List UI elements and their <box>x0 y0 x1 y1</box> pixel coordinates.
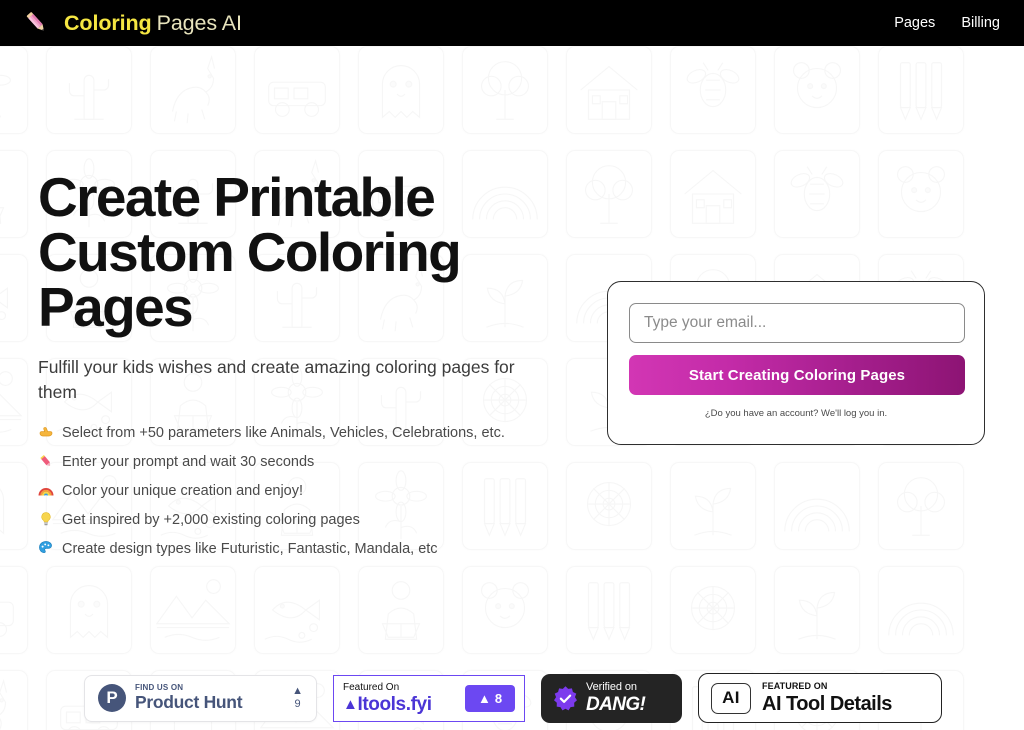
list-item-label: Create design types like Futuristic, Fan… <box>62 541 438 558</box>
coloring-page-thumbnail <box>0 566 28 654</box>
coloring-page-thumbnail <box>462 46 548 134</box>
coloring-page-thumbnail <box>566 566 652 654</box>
signup-card: Start Creating Coloring Pages ¿Do you ha… <box>607 281 985 445</box>
lightbulb-icon <box>38 511 55 527</box>
list-item: Select from +50 parameters like Animals,… <box>38 424 598 442</box>
product-hunt-icon: P <box>98 684 126 712</box>
coloring-page-thumbnail <box>358 566 444 654</box>
dang-texts: Verified on DANG! <box>586 681 646 715</box>
pointing-hand-icon <box>38 424 55 440</box>
coloring-page-thumbnail <box>0 254 28 342</box>
dang-kicker: Verified on <box>586 681 637 693</box>
dang-verified-badge[interactable]: Verified on DANG! <box>541 673 682 723</box>
coloring-page-thumbnail <box>878 566 964 654</box>
ai-tool-details-texts: FEATURED ON AI Tool Details <box>762 681 892 715</box>
coloring-page-thumbnail <box>254 566 340 654</box>
coloring-page-thumbnail <box>0 46 28 134</box>
coloring-page-thumbnail <box>0 358 28 446</box>
coloring-page-thumbnail <box>150 566 236 654</box>
aitools-arrow-icon: ▲ <box>477 690 491 706</box>
ai-tool-details-name: AI Tool Details <box>762 693 892 715</box>
coloring-page-thumbnail <box>566 46 652 134</box>
badge-row: P FIND US ON Product Hunt ▲ 9 Featured O… <box>84 666 942 730</box>
coloring-page-thumbnail <box>462 566 548 654</box>
aitools-fyi-badge[interactable]: Featured On ▲ Itools.fyi ▲ 8 <box>333 674 525 722</box>
list-item-label: Enter your prompt and wait 30 seconds <box>62 453 315 470</box>
coloring-page-thumbnail <box>0 670 28 730</box>
triangle-mark-icon: ▲ <box>343 695 358 713</box>
rainbow-icon <box>38 482 55 498</box>
coloring-page-thumbnail <box>670 150 756 238</box>
ai-tool-details-kicker: FEATURED ON <box>762 681 828 691</box>
nav-links: Pages Billing <box>894 15 1000 31</box>
coloring-page-thumbnail <box>0 462 28 550</box>
coloring-page-thumbnail <box>0 150 28 238</box>
aitools-name: ▲ Itools.fyi <box>343 695 432 714</box>
list-item: Color your unique creation and enjoy! <box>38 482 598 500</box>
coloring-page-thumbnail <box>878 46 964 134</box>
coloring-page-thumbnail <box>46 566 132 654</box>
coloring-page-thumbnail <box>670 566 756 654</box>
artist-palette-icon <box>38 540 55 556</box>
brand-title-primary: Coloring <box>64 10 152 35</box>
list-item: Get inspired by +2,000 existing coloring… <box>38 511 598 529</box>
page-root: Coloring Pages AI Pages Billing Create Pr… <box>0 0 1024 730</box>
coloring-page-thumbnail <box>254 46 340 134</box>
upvote-count: 9 <box>294 698 301 710</box>
product-hunt-name: Product Hunt <box>135 692 243 713</box>
aitools-name-text: Itools.fyi <box>357 693 432 715</box>
coloring-page-thumbnail <box>774 150 860 238</box>
list-item-label: Get inspired by +2,000 existing coloring… <box>62 512 360 529</box>
page-title: Create Printable Custom Coloring Pages <box>38 166 462 338</box>
aitools-kicker: Featured On <box>343 681 400 693</box>
crayon-icon <box>38 453 55 469</box>
hero-section: Create Printable Custom Coloring Pages F… <box>38 170 598 569</box>
verified-star-icon <box>554 685 577 710</box>
nav-item-billing[interactable]: Billing <box>961 15 1000 31</box>
upvote-arrow-icon: ▲ <box>292 685 303 697</box>
product-hunt-kicker: FIND US ON <box>135 683 184 693</box>
coloring-page-thumbnail <box>670 462 756 550</box>
email-field[interactable] <box>629 303 965 343</box>
aitools-texts: Featured On ▲ Itools.fyi <box>343 681 432 714</box>
brand-logo[interactable]: Coloring Pages AI <box>22 8 242 38</box>
nav-item-pages[interactable]: Pages <box>894 15 935 31</box>
dang-name: DANG! <box>586 694 646 715</box>
list-item: Create design types like Futuristic, Fan… <box>38 540 598 558</box>
feature-bullet-list: Select from +50 parameters like Animals,… <box>38 424 598 559</box>
brand-title: Coloring Pages AI <box>64 11 242 36</box>
brand-title-secondary: Pages AI <box>156 10 242 35</box>
list-item-label: Color your unique creation and enjoy! <box>62 483 304 499</box>
product-hunt-upvote[interactable]: ▲ 9 <box>292 686 303 710</box>
ai-tool-details-badge[interactable]: AI FEATURED ON AI Tool Details <box>698 673 942 723</box>
coloring-page-thumbnail <box>878 150 964 238</box>
ai-tool-details-icon: AI <box>711 682 751 714</box>
coloring-page-thumbnail <box>150 46 236 134</box>
list-item-label: Select from +50 parameters like Animals,… <box>62 424 505 441</box>
list-item: Enter your prompt and wait 30 seconds <box>38 453 598 471</box>
top-navigation-bar: Coloring Pages AI Pages Billing <box>0 0 1024 46</box>
aitools-count-value: 8 <box>494 690 503 706</box>
coloring-page-thumbnail <box>774 46 860 134</box>
coloring-page-thumbnail <box>878 462 964 550</box>
aitools-vote-count[interactable]: ▲ 8 <box>465 684 515 712</box>
coloring-page-thumbnail <box>358 46 444 134</box>
hero-subtitle: Fulfill your kids wishes and create amaz… <box>38 357 515 403</box>
login-hint-text: ¿Do you have an account? We'll log you i… <box>704 408 888 419</box>
coloring-page-thumbnail <box>774 566 860 654</box>
coloring-page-thumbnail <box>774 462 860 550</box>
start-creating-button[interactable]: Start Creating Coloring Pages <box>629 355 965 395</box>
product-hunt-badge[interactable]: P FIND US ON Product Hunt ▲ 9 <box>84 674 317 722</box>
product-hunt-texts: FIND US ON Product Hunt <box>135 683 243 713</box>
coloring-page-thumbnail <box>670 46 756 134</box>
coloring-page-thumbnail <box>46 46 132 134</box>
pencil-icon <box>26 12 44 31</box>
